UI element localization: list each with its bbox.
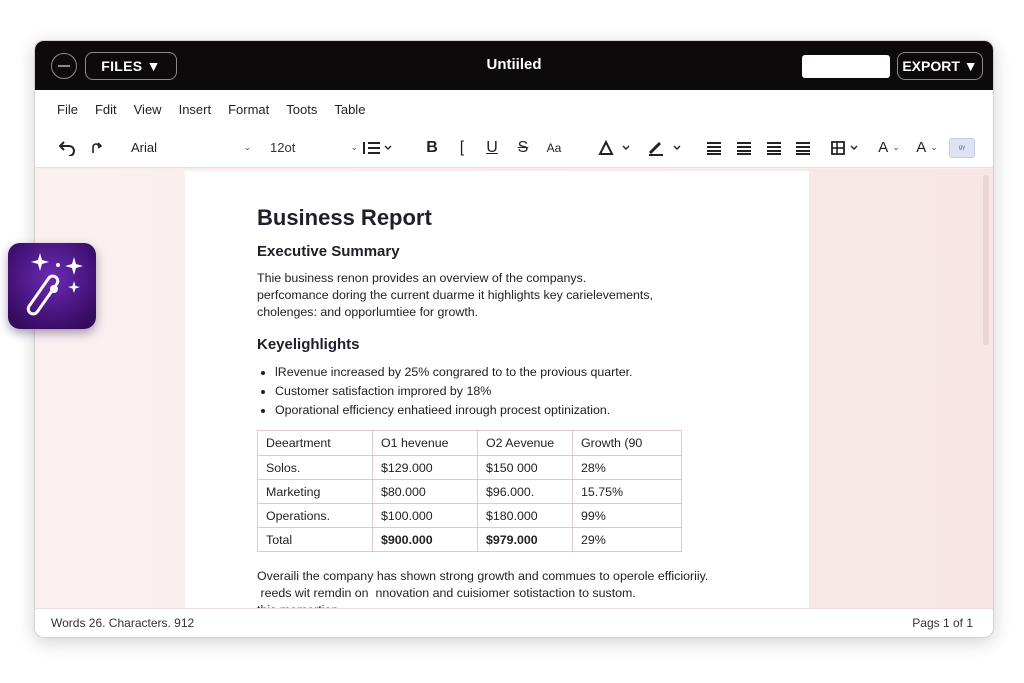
justify-icon[interactable] — [795, 138, 811, 158]
magic-wand-icon — [26, 253, 83, 316]
export-button[interactable]: EXPORT ▼ — [897, 52, 983, 80]
table-cell: 99% — [572, 503, 682, 528]
table-cell: $100.000 — [372, 503, 478, 528]
table-cell: $150 000 — [477, 455, 573, 480]
underline-icon[interactable]: U — [484, 138, 500, 158]
table-row: Marketing $80.000 $96.000. 15.75% — [257, 479, 682, 504]
highlights-heading: Keyelighlights — [257, 336, 360, 353]
list-item: Customer satisfaction improred by 18% — [257, 382, 809, 401]
table-cell: $180.000 — [477, 503, 573, 528]
chevron-down-icon: ⌄ — [350, 142, 358, 152]
align-left-icon[interactable] — [706, 138, 722, 158]
formatting-toolbar: Arial ⌄ 12ot ⌄ B [ U S Aa A ⌄ A ⌄ ᵍᵞ — [35, 128, 993, 168]
table-cell: $129.000 — [372, 455, 478, 480]
title-input[interactable] — [802, 55, 890, 78]
table-cell: 28% — [572, 455, 682, 480]
menu-file[interactable]: File — [57, 102, 78, 117]
font-case-icon[interactable]: Aa — [543, 138, 565, 158]
table-row: Solos. $129.000 $150 000 28% — [257, 455, 682, 480]
table-cell: $80.000 — [372, 479, 478, 504]
table-row: Operations. $100.000 $180.000 99% — [257, 503, 682, 528]
highlights-list: lRevenue increased by 25% congrared to t… — [257, 363, 809, 420]
table-header-cell: O1 hevenue — [372, 430, 478, 456]
title-bar: FILES ▼ Untiiled EXPORT ▼ — [35, 41, 993, 90]
menu-tools[interactable]: Toots — [286, 102, 317, 117]
table-header-cell: Growth (90 — [572, 430, 682, 456]
menu-edit[interactable]: Fdit — [95, 102, 117, 117]
font-family-select[interactable]: Arial ⌄ — [131, 136, 251, 160]
font-family-value: Arial — [131, 140, 158, 155]
editor-window: FILES ▼ Untiiled EXPORT ▼ File Fdit View… — [34, 40, 994, 638]
font-size-up-icon[interactable]: A ⌄ — [874, 138, 904, 158]
menu-insert[interactable]: Insert — [179, 102, 212, 117]
table-cell: $96.000. — [477, 479, 573, 504]
document-canvas: Business Report Executive Summary Thie b… — [35, 169, 993, 617]
table-cell: Total — [257, 527, 373, 552]
more-icon[interactable]: ᵍᵞ — [949, 137, 975, 158]
line-spacing-icon[interactable] — [361, 138, 395, 158]
table-cell: 29% — [572, 527, 682, 552]
status-bar: Words 26. Characters. 912 Pags 1 of 1 — [35, 608, 993, 637]
table-cell: Operations. — [257, 503, 373, 528]
page-count: Pags 1 of 1 — [912, 616, 973, 630]
summary-heading: Executive Summary — [257, 243, 400, 260]
vertical-scrollbar[interactable] — [983, 175, 989, 345]
document-page[interactable]: Business Report Executive Summary Thie b… — [185, 171, 809, 617]
page-title: Business Report — [257, 205, 432, 230]
redo-icon[interactable] — [89, 138, 105, 158]
align-right-icon[interactable] — [766, 138, 782, 158]
table-cell: Marketing — [257, 479, 373, 504]
summary-paragraph: Thie business renon provides an overview… — [257, 271, 654, 319]
highlight-icon[interactable] — [646, 138, 684, 158]
word-count: Words 26. Characters. 912 — [51, 616, 195, 630]
menu-table[interactable]: Table — [334, 102, 365, 117]
menu-bar: File Fdit View Insert Format Toots Table — [35, 90, 993, 128]
strikethrough-icon[interactable]: S — [514, 138, 532, 158]
table-cell: $900.000 — [372, 527, 478, 552]
font-size-select[interactable]: 12ot ⌄ — [270, 136, 358, 160]
italic-icon[interactable]: [ — [454, 138, 470, 158]
font-size-down-icon[interactable]: A ⌄ — [912, 138, 942, 158]
align-center-icon[interactable] — [736, 138, 752, 158]
table-header-cell: O2 Aevenue — [477, 430, 573, 456]
bold-icon[interactable]: B — [424, 138, 440, 158]
magic-wand-tile[interactable] — [8, 243, 96, 329]
table-header-cell: Deeartment — [257, 430, 373, 456]
menu-view[interactable]: View — [134, 102, 162, 117]
list-item: Oporational efficiency enhatieed inrough… — [257, 401, 809, 420]
table-icon[interactable] — [830, 138, 862, 158]
table-cell: Solos. — [257, 455, 373, 480]
table-total-row: Total $900.000 $979.000 29% — [257, 527, 682, 552]
list-item: lRevenue increased by 25% congrared to t… — [257, 363, 809, 382]
revenue-table: Deeartment O1 hevenue O2 Aevenue Growth … — [257, 430, 682, 552]
undo-icon[interactable] — [57, 138, 77, 158]
font-size-value: 12ot — [270, 140, 296, 155]
table-cell: $979.000 — [477, 527, 573, 552]
chevron-down-icon: ⌄ — [243, 142, 251, 152]
text-color-icon[interactable] — [597, 138, 633, 158]
table-header-row: Deeartment O1 hevenue O2 Aevenue Growth … — [257, 430, 682, 456]
table-cell: 15.75% — [572, 479, 682, 504]
menu-format[interactable]: Format — [228, 102, 269, 117]
